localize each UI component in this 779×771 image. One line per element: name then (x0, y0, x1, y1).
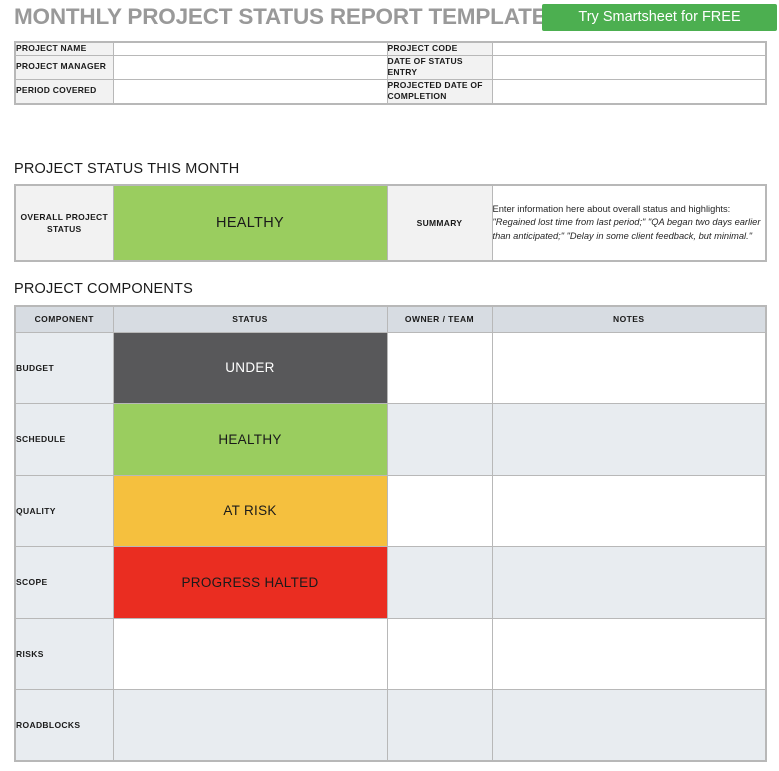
component-status[interactable]: AT RISK (113, 475, 387, 547)
component-status[interactable] (113, 690, 387, 762)
component-name: RISKS (15, 618, 113, 690)
component-owner[interactable] (387, 618, 492, 690)
project-info-row: PERIOD COVERED PROJECTED DATE OF COMPLETI… (15, 79, 766, 104)
section-heading-project-components: PROJECT COMPONENTS (14, 281, 193, 297)
component-notes[interactable] (492, 404, 766, 476)
component-name: BUDGET (15, 332, 113, 404)
project-info-table: PROJECT NAME PROJECT CODE PROJECT MANAGER D… (14, 41, 767, 105)
components-table-head: COMPONENT STATUS OWNER / TEAM NOTES (15, 306, 766, 332)
table-row: SCOPEPROGRESS HALTED (15, 547, 766, 619)
info-value-right[interactable] (492, 79, 766, 104)
component-notes[interactable] (492, 547, 766, 619)
table-row: RISKS (15, 618, 766, 690)
component-owner[interactable] (387, 475, 492, 547)
column-header-status: STATUS (113, 306, 387, 332)
overall-status-table: OVERALL PROJECT STATUS HEALTHY SUMMARY E… (14, 184, 767, 262)
table-row: SCHEDULEHEALTHY (15, 404, 766, 476)
summary-quote-text: "Regained lost time from last period;" "… (493, 217, 761, 240)
component-notes[interactable] (492, 332, 766, 404)
component-owner[interactable] (387, 332, 492, 404)
info-label-left: PROJECT NAME (15, 42, 113, 55)
component-owner[interactable] (387, 547, 492, 619)
info-value-right[interactable] (492, 55, 766, 79)
summary-lead-text: Enter information here about overall sta… (493, 204, 731, 214)
summary-text[interactable]: Enter information here about overall sta… (492, 185, 766, 261)
table-row: QUALITYAT RISK (15, 475, 766, 547)
project-components-table: COMPONENT STATUS OWNER / TEAM NOTES BUDG… (14, 305, 767, 762)
component-name: ROADBLOCKS (15, 690, 113, 762)
column-header-owner-team: OWNER / TEAM (387, 306, 492, 332)
component-name: SCHEDULE (15, 404, 113, 476)
overall-status-row: OVERALL PROJECT STATUS HEALTHY SUMMARY E… (15, 185, 766, 261)
column-header-notes: NOTES (492, 306, 766, 332)
try-smartsheet-button[interactable]: Try Smartsheet for FREE (542, 4, 777, 31)
page-root: MONTHLY PROJECT STATUS REPORT TEMPLATE T… (0, 0, 779, 771)
info-value-right[interactable] (492, 42, 766, 55)
component-status[interactable]: PROGRESS HALTED (113, 547, 387, 619)
project-info-row: PROJECT MANAGER DATE OF STATUS ENTRY (15, 55, 766, 79)
overall-status-label: OVERALL PROJECT STATUS (15, 185, 113, 261)
component-notes[interactable] (492, 475, 766, 547)
project-info-row: PROJECT NAME PROJECT CODE (15, 42, 766, 55)
components-header-row: COMPONENT STATUS OWNER / TEAM NOTES (15, 306, 766, 332)
info-label-right: PROJECT CODE (387, 42, 492, 55)
component-notes[interactable] (492, 618, 766, 690)
component-owner[interactable] (387, 404, 492, 476)
component-name: SCOPE (15, 547, 113, 619)
section-heading-project-status: PROJECT STATUS THIS MONTH (14, 161, 239, 177)
column-header-component: COMPONENT (15, 306, 113, 332)
page-title: MONTHLY PROJECT STATUS REPORT TEMPLATE (14, 4, 546, 30)
info-label-left: PROJECT MANAGER (15, 55, 113, 79)
info-label-right: DATE OF STATUS ENTRY (387, 55, 492, 79)
components-table-body: BUDGETUNDERSCHEDULEHEALTHYQUALITYAT RISK… (15, 332, 766, 761)
component-status[interactable]: UNDER (113, 332, 387, 404)
component-status[interactable]: HEALTHY (113, 404, 387, 476)
component-owner[interactable] (387, 690, 492, 762)
overall-status-value[interactable]: HEALTHY (113, 185, 387, 261)
component-status[interactable] (113, 618, 387, 690)
info-value-left[interactable] (113, 79, 387, 104)
table-row: ROADBLOCKS (15, 690, 766, 762)
page-header: MONTHLY PROJECT STATUS REPORT TEMPLATE T… (0, 0, 779, 40)
summary-label: SUMMARY (387, 185, 492, 261)
info-value-left[interactable] (113, 42, 387, 55)
info-value-left[interactable] (113, 55, 387, 79)
info-label-left: PERIOD COVERED (15, 79, 113, 104)
table-row: BUDGETUNDER (15, 332, 766, 404)
component-notes[interactable] (492, 690, 766, 762)
info-label-right: PROJECTED DATE OF COMPLETION (387, 79, 492, 104)
component-name: QUALITY (15, 475, 113, 547)
project-info-body: PROJECT NAME PROJECT CODE PROJECT MANAGER D… (15, 42, 766, 104)
